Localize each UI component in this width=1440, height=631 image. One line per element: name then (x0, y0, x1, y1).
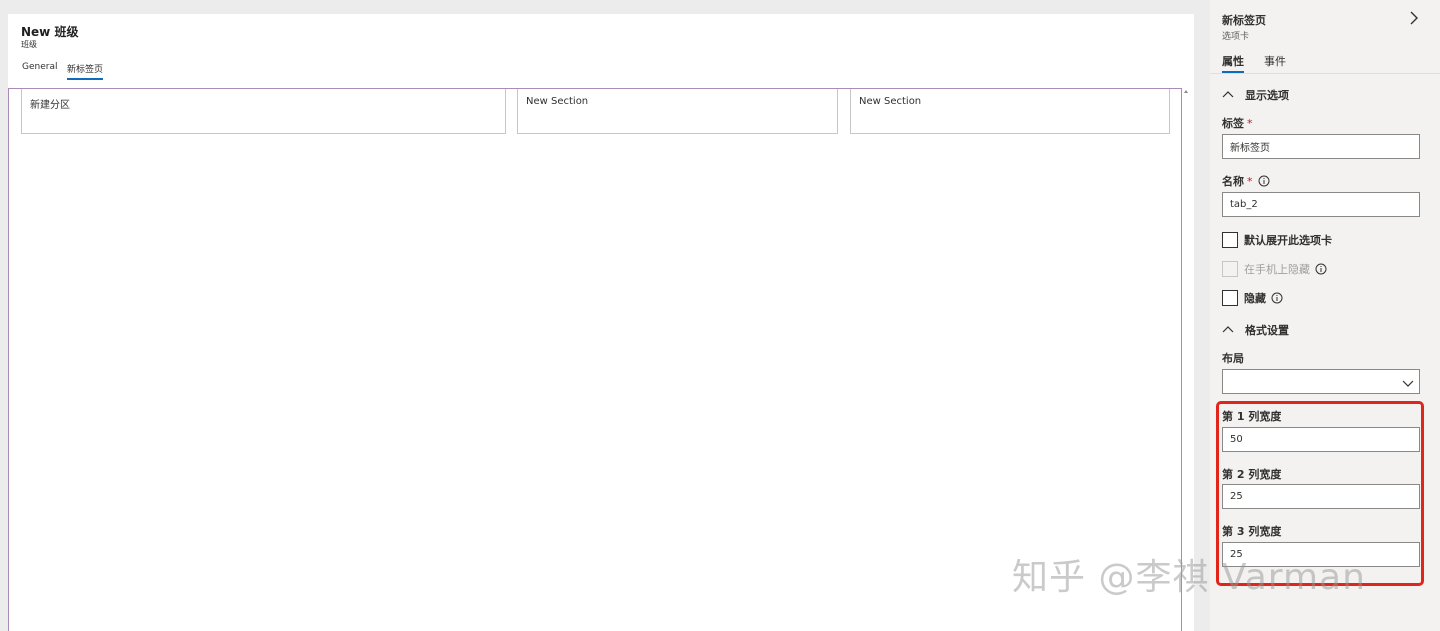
form-subtitle: 班级 (21, 40, 37, 49)
label-field-label: 标签 * (1222, 115, 1253, 131)
section-1[interactable]: 新建分区 (21, 89, 506, 134)
name-field-label: 名称 * (1222, 173, 1270, 189)
format-settings-header[interactable]: 格式设置 (1222, 322, 1289, 340)
checkbox-label: 默认展开此选项卡 (1244, 233, 1332, 247)
layout-select[interactable] (1222, 369, 1420, 394)
display-options-header[interactable]: 显示选项 (1222, 87, 1289, 105)
column-1-width-input[interactable] (1222, 427, 1420, 452)
required-marker: * (1247, 117, 1253, 130)
panel-subtitle: 选项卡 (1222, 32, 1250, 42)
properties-panel: 新标签页 选项卡 属性 事件 显示选项 标签* 名称* 默认展开此选项卡 在手机… (1210, 0, 1440, 631)
chevron-down-icon (1401, 375, 1415, 389)
label-field-text: 标签 (1222, 117, 1244, 130)
required-marker: * (1247, 175, 1253, 188)
info-icon[interactable] (1258, 175, 1270, 187)
checkbox-box[interactable] (1222, 289, 1238, 306)
section-3[interactable]: New Section (850, 89, 1170, 134)
format-settings-title: 格式设置 (1245, 324, 1289, 337)
hidden-checkbox[interactable]: 隐藏 (1222, 287, 1283, 306)
panel-divider (1210, 73, 1440, 74)
info-icon[interactable] (1315, 260, 1327, 275)
display-options-title: 显示选项 (1245, 89, 1289, 102)
form-title: New 班级 (21, 25, 79, 39)
chevron-right-icon[interactable] (1406, 10, 1422, 26)
section-2[interactable]: New Section (517, 89, 838, 134)
scroll-up-arrow-icon[interactable] (1184, 90, 1188, 93)
tab-events[interactable]: 事件 (1264, 53, 1286, 71)
column-1-width-label: 第 1 列宽度 (1222, 410, 1282, 423)
form-tab-new[interactable]: 新标签页 (67, 62, 104, 80)
column-2-width-input[interactable] (1222, 484, 1420, 509)
chevron-up-icon (1222, 89, 1236, 102)
section-label: 新建分区 (30, 100, 70, 111)
info-icon[interactable] (1271, 289, 1283, 304)
panel-title: 新标签页 (1222, 14, 1266, 27)
checkbox-box (1222, 260, 1238, 277)
name-input[interactable] (1222, 192, 1420, 217)
checkbox-box[interactable] (1222, 231, 1238, 248)
scrollbar[interactable] (1182, 88, 1194, 631)
column-3-width-input[interactable] (1222, 542, 1420, 567)
section-label: New Section (859, 96, 922, 107)
tab-body[interactable]: 新建分区 New Section New Section (8, 88, 1182, 631)
column-3-width-label: 第 3 列宽度 (1222, 525, 1282, 538)
section-label: New Section (526, 96, 589, 107)
form-header: New 班级 班级 General 新标签页 (8, 14, 1194, 88)
checkbox-label: 在手机上隐藏 (1244, 262, 1310, 276)
chevron-up-icon (1222, 324, 1236, 337)
hide-on-phone-checkbox: 在手机上隐藏 (1222, 258, 1327, 277)
label-input[interactable] (1222, 134, 1420, 159)
form-canvas: New 班级 班级 General 新标签页 新建分区 New Section … (8, 14, 1194, 631)
tab-properties[interactable]: 属性 (1222, 53, 1244, 73)
form-tab-general[interactable]: General (22, 62, 57, 78)
expand-by-default-checkbox[interactable]: 默认展开此选项卡 (1222, 229, 1332, 248)
layout-label: 布局 (1222, 352, 1244, 365)
column-2-width-label: 第 2 列宽度 (1222, 468, 1282, 481)
name-field-text: 名称 (1222, 175, 1244, 188)
checkbox-label: 隐藏 (1244, 291, 1266, 305)
